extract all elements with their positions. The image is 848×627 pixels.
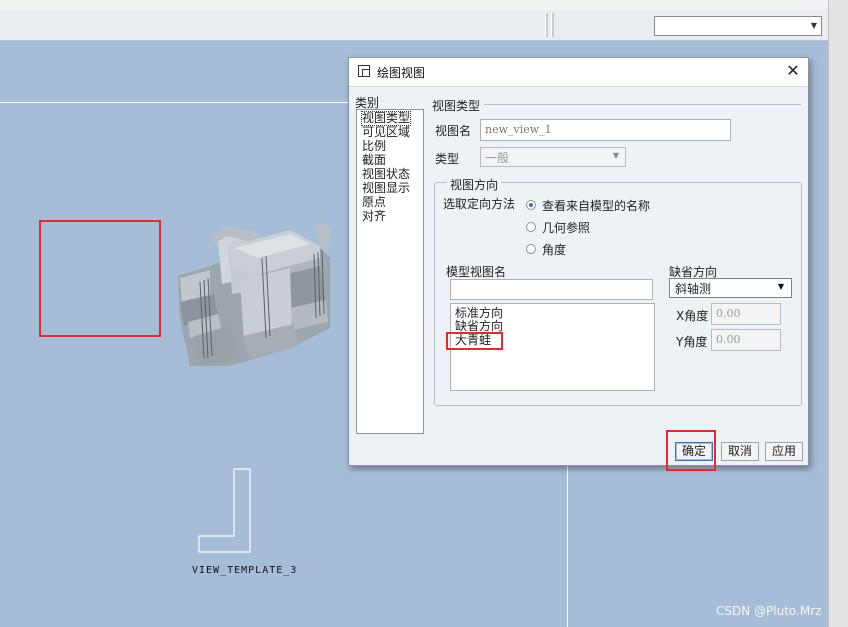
radio-model-view-name[interactable] <box>526 200 536 210</box>
category-item[interactable]: 对齐 <box>362 210 386 223</box>
orientation-method-label: 选取定向方法 <box>443 197 516 211</box>
apply-button[interactable]: 应用 <box>765 442 803 461</box>
view-type-section-title: 视图类型 <box>432 99 481 113</box>
model-view-names-label: 模型视图名 <box>446 265 507 279</box>
view-name-label: 视图名 <box>435 124 472 138</box>
category-item[interactable]: 视图显示 <box>362 182 410 195</box>
3d-model-view[interactable] <box>170 218 340 373</box>
x-angle-label: X角度 <box>676 309 709 323</box>
category-item[interactable]: 比例 <box>362 140 386 153</box>
view-template-outline <box>197 468 253 557</box>
default-orientation-select[interactable]: 斜轴测 ▼ <box>669 278 792 298</box>
y-angle-label: Y角度 <box>676 335 708 349</box>
red-highlight-box <box>39 220 161 337</box>
radio-label-angle[interactable]: 角度 <box>542 241 566 258</box>
view-orientation-section-title: 视图方向 <box>447 176 502 193</box>
category-item[interactable]: 原点 <box>362 196 386 209</box>
drawing-view-dialog: 绘图视图 ✕ 类别 视图类型 可见区域 比例 截面 视图状态 视图显示 原点 对… <box>348 57 809 471</box>
type-label: 类型 <box>435 152 460 166</box>
dialog-title: 绘图视图 <box>377 66 426 80</box>
section-divider <box>484 104 801 105</box>
category-item[interactable]: 截面 <box>362 154 386 167</box>
toolbar-separator <box>545 13 548 37</box>
category-item[interactable]: 可见区域 <box>362 126 410 139</box>
category-item[interactable]: 视图状态 <box>362 168 410 181</box>
chevron-down-icon: ▼ <box>777 282 784 291</box>
cancel-button[interactable]: 取消 <box>721 442 759 461</box>
default-orientation-value: 斜轴测 <box>675 282 712 296</box>
category-item[interactable]: 视图类型 <box>360 111 412 126</box>
close-button[interactable]: ✕ <box>783 61 803 81</box>
red-highlight-box <box>666 430 716 471</box>
radio-label-geometry-reference[interactable]: 几何参照 <box>542 219 590 236</box>
type-select-value: 一般 <box>485 151 510 165</box>
category-list[interactable]: 视图类型 可见区域 比例 截面 视图状态 视图显示 原点 对齐 <box>356 109 424 434</box>
radio-angle[interactable] <box>526 244 536 254</box>
x-angle-input[interactable]: 0.00 <box>711 303 781 325</box>
chevron-down-icon: ▼ <box>612 151 619 160</box>
canvas-border-line <box>567 464 568 627</box>
chevron-down-icon: ▼ <box>810 21 817 30</box>
red-highlight-box <box>446 332 503 350</box>
radio-label-model-view-name[interactable]: 查看来自模型的名称 <box>542 197 650 214</box>
right-scroll-strip[interactable] <box>828 0 848 627</box>
dialog-titlebar[interactable]: 绘图视图 ✕ <box>349 58 808 87</box>
toolbar-separator <box>551 13 554 37</box>
view-template-label: VIEW_TEMPLATE_3 <box>192 565 298 576</box>
type-select[interactable]: 一般 ▼ <box>480 147 626 167</box>
canvas-border-line <box>0 102 350 103</box>
toolbar-dropdown[interactable]: ▼ <box>654 16 822 36</box>
watermark: CSDN @Pluto.Mrz <box>716 604 822 618</box>
drawing-view-icon <box>358 65 370 77</box>
radio-geometry-reference[interactable] <box>526 222 536 232</box>
toolbar: ▼ <box>0 10 828 41</box>
view-name-input[interactable]: new_view_1 <box>480 119 731 141</box>
y-angle-input[interactable]: 0.00 <box>711 329 781 351</box>
model-view-filter-input[interactable] <box>450 279 653 300</box>
